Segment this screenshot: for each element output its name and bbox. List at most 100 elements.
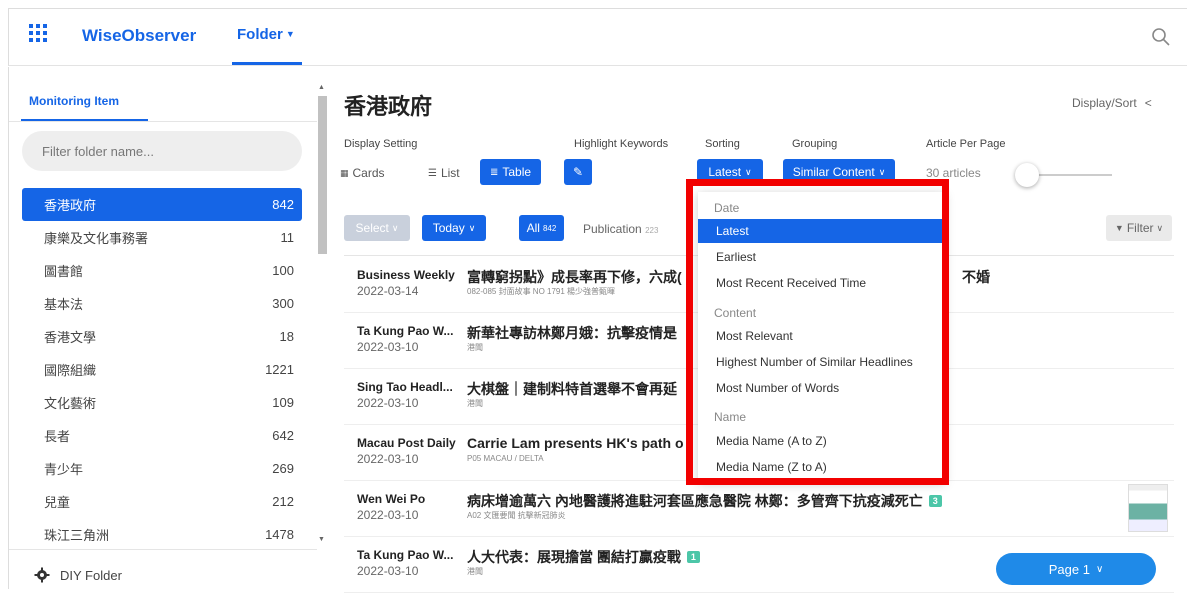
article-source: Business Weekly (357, 268, 455, 282)
article-date: 2022-03-10 (357, 564, 419, 578)
article-section: 港聞 (467, 399, 483, 408)
view-list-label: List (440, 166, 460, 180)
article-date: 2022-03-14 (357, 284, 419, 298)
folder-item-count: 100 (272, 263, 294, 278)
folder-item[interactable]: 康樂及文化事務署 11 (22, 221, 302, 254)
folder-item-label: 國際組織 (44, 363, 97, 378)
caret-down-icon: ▼ (285, 29, 295, 39)
article-source: Wen Wei Po (357, 492, 426, 506)
folder-item[interactable]: 基本法 300 (22, 287, 302, 320)
similar-count-badge[interactable]: 3 (928, 495, 942, 507)
article-source: Sing Tao Headl... (357, 380, 453, 394)
folder-item-count: 11 (280, 230, 295, 245)
folder-menu[interactable]: Folder ▼ (237, 26, 295, 43)
article-headline[interactable]: 富轉窮拐點》成長率再下修，六成(不婚 (467, 267, 990, 287)
article-headline[interactable]: 人大代表：展現擔當 團結打贏疫戰 1 (467, 547, 700, 567)
article-row[interactable]: Wen Wei Po 2022-03-10 病床增逾萬六 內地醫護將進駐河套區應… (344, 481, 1174, 537)
highlight-edit-button[interactable]: ✎ (564, 159, 592, 185)
article-date: 2022-03-10 (357, 508, 419, 522)
today-label: Today (432, 221, 465, 235)
tab-all[interactable]: All 842 (519, 215, 564, 241)
tab-publication-label: Publication (583, 222, 642, 236)
page-selector-label: Page 1 (1048, 561, 1090, 577)
folder-item-label: 文化藝術 (44, 396, 97, 411)
folder-item[interactable]: 珠江三角洲 1478 (22, 518, 302, 551)
apps-grid-icon[interactable] (29, 24, 47, 42)
folder-item[interactable]: 兒童 212 (22, 485, 302, 518)
folder-item[interactable]: 圖書館 100 (22, 254, 302, 287)
cards-icon: ▦ (340, 167, 349, 178)
per-page-slider-track[interactable] (1032, 174, 1112, 176)
folder-item[interactable]: 香港政府 842 (22, 188, 302, 221)
page-selector[interactable]: Page 1 ∨ (996, 553, 1156, 585)
pen-icon: ✎ (572, 165, 584, 179)
search-icon[interactable] (1151, 27, 1171, 47)
select-dropdown[interactable]: Select ∨ (344, 215, 410, 241)
article-section: 港聞 (467, 567, 483, 576)
view-table-button[interactable]: ≣ Table (480, 159, 541, 185)
article-section: A02 文匯要聞 抗擊新冠肺炎 (467, 511, 566, 520)
scroll-down-arrow[interactable]: ▼ (318, 536, 325, 543)
folder-item-count: 109 (272, 395, 294, 410)
select-label: Select (355, 221, 389, 235)
highlight-box (686, 179, 949, 485)
tab-monitoring-item[interactable]: Monitoring Item (29, 94, 119, 108)
view-list-button[interactable]: ☰ List (428, 166, 460, 180)
folder-item[interactable]: 長者 642 (22, 419, 302, 452)
folder-item-label: 長者 (44, 429, 71, 444)
filter-folder-input[interactable] (22, 131, 302, 171)
diy-folder-label: DIY Folder (60, 567, 122, 583)
article-headline-text: 人大代表：展現擔當 團結打贏疫戰 (467, 549, 681, 565)
display-setting-label: Display Setting (344, 138, 418, 150)
article-section: 港聞 (467, 343, 483, 352)
folder-item[interactable]: 香港文學 18 (22, 320, 302, 353)
article-section: P05 MACAU / DELTA (467, 454, 544, 463)
today-dropdown[interactable]: Today ∨ (422, 215, 486, 241)
article-headline[interactable]: 大棋盤｜建制料特首選舉不會再延 (467, 379, 677, 399)
tab-publication[interactable]: Publication 223 (583, 222, 658, 236)
article-headline[interactable]: Carrie Lam presents HK's path o (467, 435, 684, 451)
folder-item-label: 康樂及文化事務署 (44, 231, 149, 246)
filter-label: Filter (1126, 221, 1154, 235)
view-table-label: Table (502, 165, 532, 179)
article-headline[interactable]: 病床增逾萬六 內地醫護將進駐河套區應急醫院 林鄭：多管齊下抗疫減死亡 3 (467, 491, 942, 511)
view-cards-label: Cards (352, 166, 385, 180)
article-date: 2022-03-10 (357, 452, 419, 466)
article-source: Ta Kung Pao W... (357, 548, 454, 562)
page-title: 香港政府 (344, 94, 433, 119)
article-source: Macau Post Daily (357, 436, 456, 450)
scroll-up-arrow[interactable]: ▲ (318, 84, 325, 91)
articles-per-page-value: 30 articles (926, 166, 981, 180)
filter-button[interactable]: ▼ Filter ∨ (1106, 215, 1172, 241)
diy-folder-button[interactable]: DIY Folder (34, 567, 122, 583)
folder-list: 香港政府 842 康樂及文化事務署 11 圖書館 100 基本法 300 香港文學 18 … (22, 188, 302, 551)
article-section: 082-085 封面故事 NO 1791 楊少強普甄暉 (467, 287, 616, 296)
per-page-slider-knob[interactable] (1015, 163, 1039, 187)
folder-item[interactable]: 國際組織 1221 (22, 353, 302, 386)
sorting-value: Latest (708, 165, 742, 179)
folder-item-count: 300 (272, 296, 294, 311)
view-cards-button[interactable]: ▦ Cards (340, 166, 385, 180)
article-date: 2022-03-10 (357, 396, 419, 410)
folder-item[interactable]: 文化藝術 109 (22, 386, 302, 419)
sorting-label: Sorting (705, 138, 740, 150)
brand-logo[interactable]: WiseObserver (82, 26, 196, 46)
folder-item-count: 1221 (265, 362, 294, 377)
folder-item-count: 642 (272, 428, 294, 443)
chevron-down-icon: ∨ (878, 166, 886, 177)
article-thumbnail[interactable] (1128, 484, 1168, 532)
similar-count-badge[interactable]: 1 (686, 551, 700, 563)
folder-item[interactable]: 青少年 269 (22, 452, 302, 485)
folder-item-count: 1478 (265, 527, 294, 542)
display-sort-toggle[interactable]: Display/Sort < (1072, 96, 1152, 110)
folder-item-count: 18 (279, 329, 294, 344)
folder-item-count: 269 (272, 461, 294, 476)
sidebar-scrollbar-thumb[interactable] (318, 96, 327, 254)
folder-item-label: 珠江三角洲 (44, 528, 110, 543)
article-headline[interactable]: 新華社專訪林鄭月娥：抗擊疫情是 (467, 323, 677, 343)
folder-item-label: 基本法 (44, 297, 84, 312)
chevron-down-icon: ∨ (1095, 563, 1104, 575)
folder-menu-label: Folder (237, 26, 283, 43)
article-source: Ta Kung Pao W... (357, 324, 454, 338)
top-bar: WiseObserver Folder ▼ (8, 8, 1187, 66)
